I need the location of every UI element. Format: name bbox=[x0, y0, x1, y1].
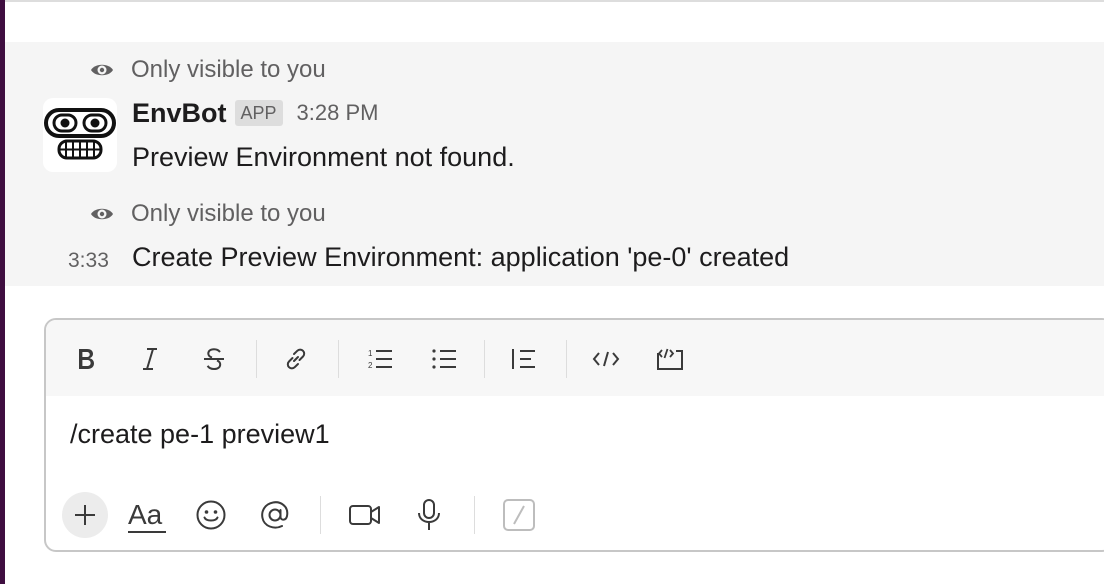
italic-button[interactable] bbox=[132, 340, 168, 378]
blockquote-button[interactable] bbox=[506, 340, 542, 378]
video-clip-button[interactable] bbox=[342, 492, 388, 538]
message-timestamp[interactable]: 3:33 bbox=[68, 244, 109, 278]
formatting-toolbar: 1 2 bbox=[46, 320, 1104, 396]
emoji-icon bbox=[196, 500, 226, 530]
plus-icon bbox=[75, 505, 95, 525]
message-text: Create Preview Environment: application … bbox=[132, 242, 790, 272]
blockquote-icon bbox=[512, 349, 535, 369]
top-divider bbox=[5, 0, 1104, 2]
eye-icon bbox=[91, 208, 113, 220]
mention-button[interactable] bbox=[252, 492, 298, 538]
svg-text:2: 2 bbox=[368, 361, 373, 370]
ordered-list-icon: 1 2 bbox=[368, 349, 392, 370]
bold-button[interactable] bbox=[68, 340, 104, 378]
visibility-label: Only visible to you bbox=[131, 56, 326, 83]
message-header: EnvBot APP 3:28 PM bbox=[132, 96, 378, 130]
ephemeral-notice: Only visible to you bbox=[89, 56, 326, 84]
eye-icon bbox=[91, 64, 113, 76]
toolbar-divider bbox=[566, 340, 567, 378]
toolbar-divider bbox=[474, 496, 475, 534]
emoji-button[interactable] bbox=[188, 492, 234, 538]
slash-command-button[interactable] bbox=[496, 492, 542, 538]
sender-name[interactable]: EnvBot bbox=[132, 98, 227, 129]
code-icon bbox=[592, 351, 620, 367]
add-attachment-button[interactable] bbox=[62, 492, 108, 538]
slash-command-icon bbox=[503, 499, 535, 531]
strikethrough-icon bbox=[204, 348, 224, 371]
app-badge: APP bbox=[234, 100, 283, 126]
strikethrough-button[interactable] bbox=[196, 340, 232, 378]
composer-actions: Aa bbox=[46, 488, 1104, 546]
link-button[interactable] bbox=[278, 340, 314, 378]
video-icon bbox=[349, 505, 380, 525]
audio-clip-button[interactable] bbox=[406, 492, 452, 538]
toolbar-divider bbox=[320, 496, 321, 534]
ordered-list-button[interactable]: 1 2 bbox=[362, 340, 398, 378]
message-list: Only visible to you EnvBot APP 3:28 PM P… bbox=[5, 42, 1104, 286]
mention-icon bbox=[261, 501, 289, 529]
italic-icon bbox=[143, 348, 157, 370]
code-block-button[interactable] bbox=[652, 340, 688, 378]
microphone-icon bbox=[418, 499, 440, 530]
bulleted-list-icon bbox=[432, 349, 456, 369]
link-icon bbox=[286, 348, 306, 370]
robot-icon bbox=[44, 108, 116, 160]
message-text: Preview Environment not found. bbox=[132, 142, 515, 172]
visibility-label: Only visible to you bbox=[131, 200, 326, 227]
toolbar-divider bbox=[338, 340, 339, 378]
text-format-button[interactable]: Aa bbox=[124, 492, 170, 538]
message-input[interactable]: /create pe-1 preview1 bbox=[70, 416, 330, 452]
svg-text:1: 1 bbox=[368, 349, 373, 358]
message-timestamp[interactable]: 3:28 PM bbox=[297, 100, 379, 126]
message-composer: 1 2 /create pe-1 preview1 Aa bbox=[44, 318, 1104, 552]
toolbar-divider bbox=[484, 340, 485, 378]
bold-icon bbox=[79, 349, 94, 369]
code-button[interactable] bbox=[588, 340, 624, 378]
text-format-icon: Aa bbox=[128, 499, 166, 533]
envbot-avatar[interactable] bbox=[43, 98, 117, 172]
code-block-icon bbox=[657, 348, 683, 370]
bulleted-list-button[interactable] bbox=[426, 340, 462, 378]
svg-text:Aa: Aa bbox=[128, 499, 163, 530]
toolbar-divider bbox=[256, 340, 257, 378]
ephemeral-notice: Only visible to you bbox=[89, 200, 326, 228]
